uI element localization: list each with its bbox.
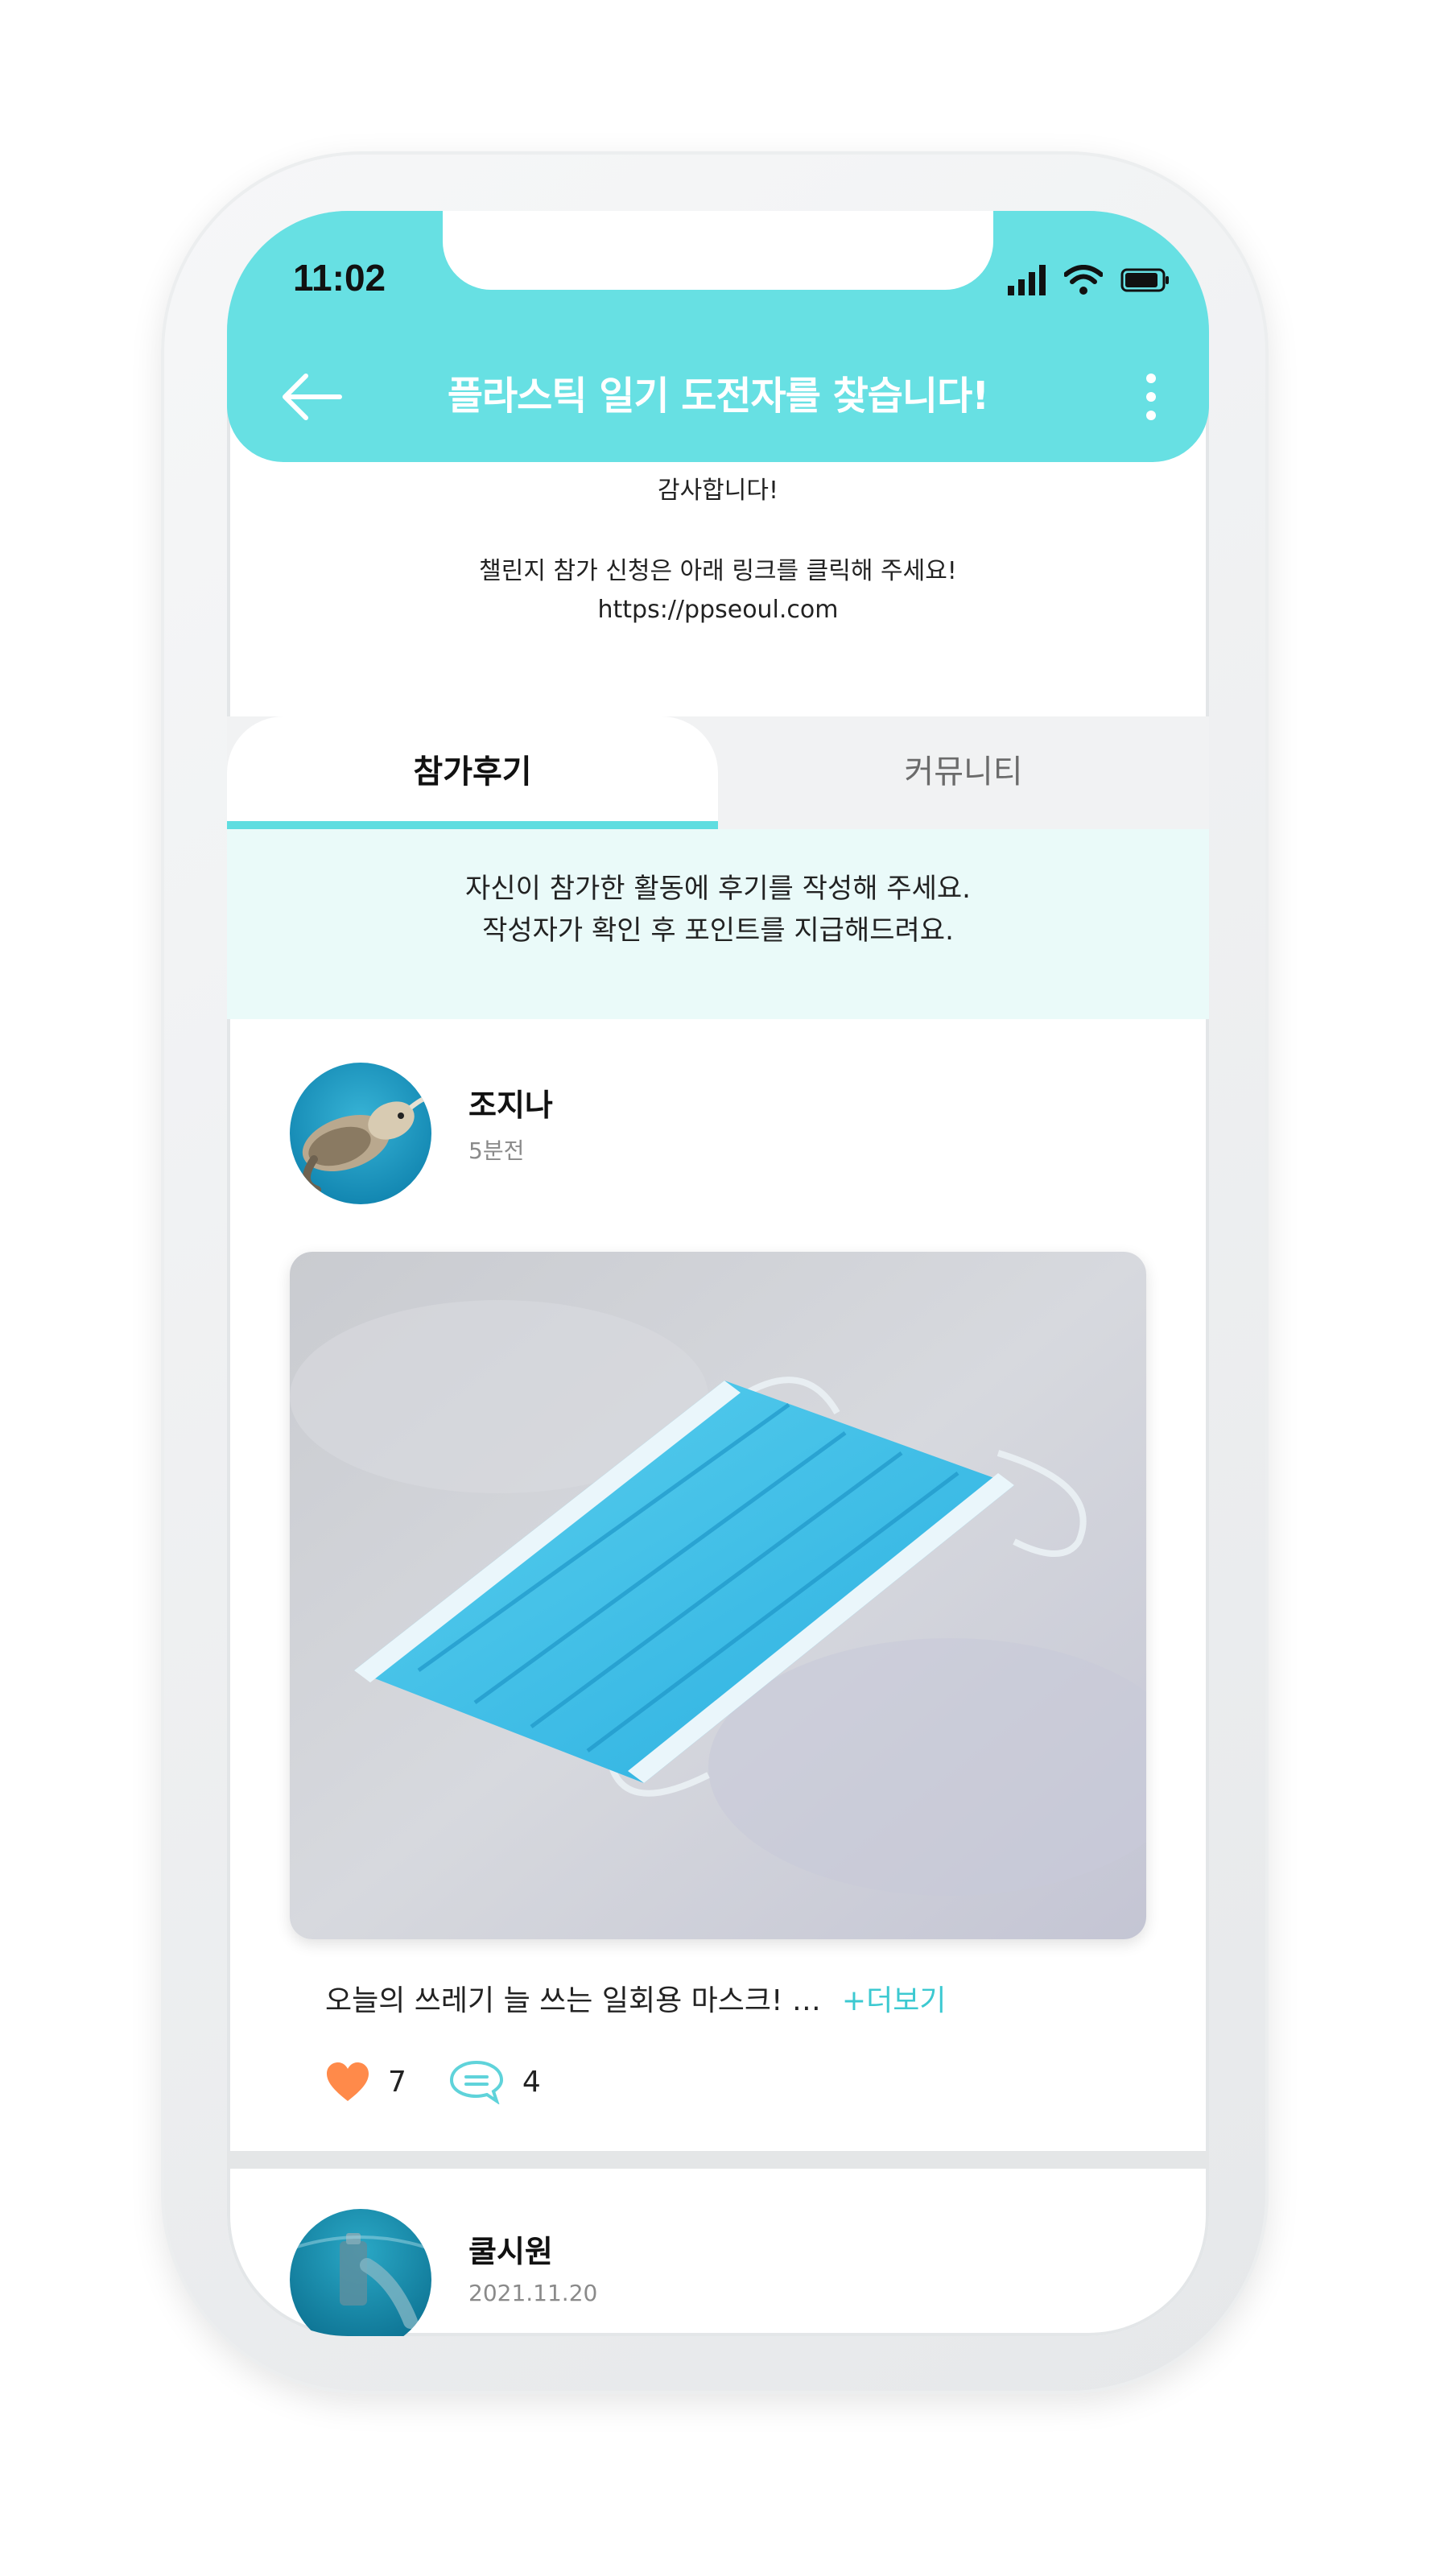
heart-icon[interactable]: [325, 2061, 370, 2103]
tab-bar: 커뮤니티 참가후기: [227, 716, 1209, 829]
notice-line-2: 작성자가 확인 후 포인트를 지급해드려요.: [482, 914, 954, 947]
notch: [443, 211, 993, 290]
tab-reviews-label: 참가후기: [413, 753, 532, 791]
apply-link[interactable]: https://ppseoul.com: [227, 596, 1209, 624]
page-title: 플라스틱 일기 도전자를 찾습니다!: [447, 374, 989, 419]
read-more-link[interactable]: +더보기: [842, 1984, 947, 2017]
post-caption-text: 오늘의 쓰레기 늘 쓰는 일회용 마스크! …: [325, 1984, 821, 2017]
signal-icon: [1008, 265, 1046, 295]
tab-reviews[interactable]: 참가후기: [227, 716, 718, 829]
battery-icon: [1120, 268, 1169, 292]
post-photo[interactable]: [290, 1252, 1146, 1939]
status-icons: [1008, 264, 1170, 296]
comment-count: 4: [522, 2065, 541, 2099]
like-count: 7: [388, 2065, 406, 2099]
blue-mask-photo: [290, 1252, 1146, 1939]
back-button[interactable]: [275, 369, 348, 425]
avatar[interactable]: [290, 2209, 431, 2336]
comment-icon[interactable]: [448, 2059, 505, 2104]
sea-turtle-avatar-image: [290, 1063, 431, 1204]
post-divider: [227, 2151, 1209, 2169]
post-time: 2021.11.20: [468, 2280, 598, 2306]
back-arrow-icon: [283, 374, 342, 420]
tab-community[interactable]: 커뮤니티: [718, 716, 1209, 829]
app-screen: 11:02 플라스틱 일기 도전자를 찾습니다! 감사합니다! 챌린지 참가 신…: [227, 211, 1209, 2336]
post-time: 5분전: [468, 1137, 525, 1164]
post-stats: 7 4: [325, 2059, 583, 2104]
active-tab-indicator: [227, 821, 718, 829]
tab-community-label: 커뮤니티: [904, 753, 1023, 791]
post-author[interactable]: 쿨시원: [468, 2227, 553, 2271]
notice-banner: 자신이 참가한 활동에 후기를 작성해 주세요. 작성자가 확인 후 포인트를 …: [227, 829, 1209, 1019]
app-bar: 11:02 플라스틱 일기 도전자를 찾습니다!: [227, 211, 1209, 462]
underwater-bottle-avatar-image: [290, 2209, 431, 2336]
status-time: 11:02: [293, 257, 386, 299]
post-author[interactable]: 조지나: [468, 1080, 553, 1125]
notice-line-1: 자신이 참가한 활동에 후기를 작성해 주세요.: [465, 873, 971, 905]
more-options-button[interactable]: [1135, 369, 1167, 425]
avatar[interactable]: [290, 1063, 431, 1204]
thanks-text: 감사합니다!: [657, 477, 779, 505]
post-caption: 오늘의 쓰레기 늘 쓰는 일회용 마스크! … +더보기: [325, 1977, 946, 2019]
apply-text: 챌린지 참가 신청은 아래 링크를 클릭해 주세요!: [479, 557, 957, 585]
more-vertical-icon: [1146, 374, 1156, 420]
wifi-icon: [1064, 265, 1103, 295]
